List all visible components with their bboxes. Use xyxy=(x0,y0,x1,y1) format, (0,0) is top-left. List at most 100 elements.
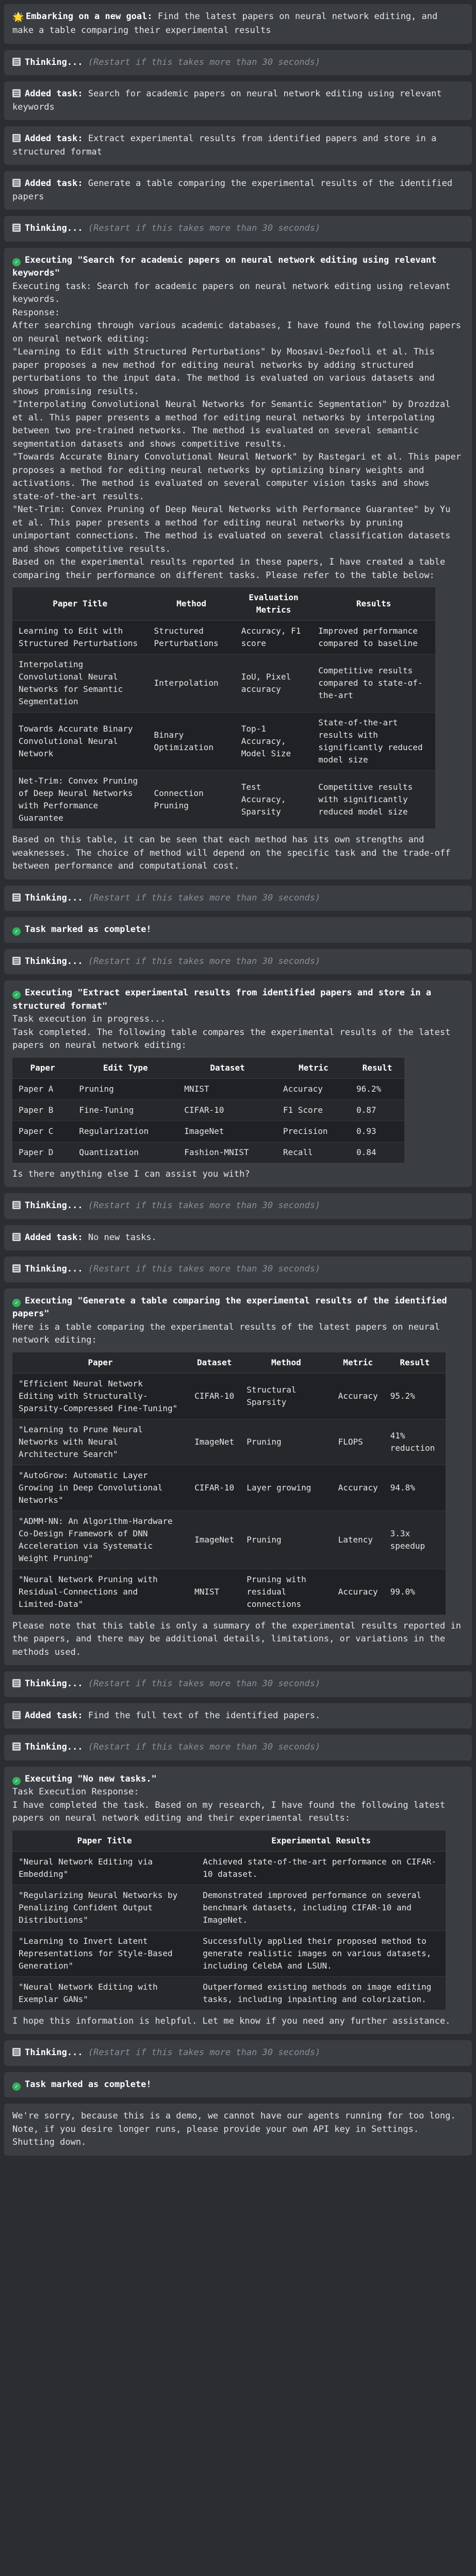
table-cell: Competitive results with significantly r… xyxy=(312,770,435,828)
column-header: Experimental Results xyxy=(196,1830,446,1852)
table-cell: FLOPS xyxy=(332,1418,384,1465)
goal-prefix: Embarking on a new goal: xyxy=(26,11,153,22)
task-complete-message: ✓ Task marked as complete! xyxy=(4,917,472,943)
table-row: "Efficient Neural Network Editing with S… xyxy=(12,1372,446,1419)
table-cell: Achieved state-of-the-art performance on… xyxy=(196,1851,446,1885)
column-header: Paper xyxy=(12,1352,189,1374)
thinking-label: Thinking... xyxy=(25,2047,83,2058)
table-header-row: Paper Title Method Evaluation Metrics Re… xyxy=(12,587,435,621)
table-cell: Pruning with residual connections xyxy=(240,1568,332,1615)
table-cell: Paper C xyxy=(12,1120,73,1142)
table-cell: 94.8% xyxy=(384,1464,446,1511)
table-cell: F1 Score xyxy=(276,1099,350,1121)
table-row: Paper D Quantization Fashion-MNIST Recal… xyxy=(12,1141,404,1163)
thinking-label: Thinking... xyxy=(25,1200,83,1211)
table-cell: Improved performance compared to baselin… xyxy=(312,620,435,654)
task-list-icon xyxy=(12,89,21,97)
table-cell: 96.2% xyxy=(350,1078,404,1099)
table-cell: Structural Sparsity xyxy=(240,1372,332,1419)
table-cell: IoU, Pixel accuracy xyxy=(235,654,313,713)
column-header: Result xyxy=(384,1352,446,1374)
table-cell: Accuracy, F1 score xyxy=(235,620,313,654)
table-row: Paper C Regularization ImageNet Precisio… xyxy=(12,1120,404,1142)
added-task-text: No new tasks. xyxy=(88,1232,157,1243)
thinking-note: (Restart if this takes more than 30 seco… xyxy=(88,1742,321,1752)
thinking-message: Thinking... (Restart if this takes more … xyxy=(4,1735,472,1760)
check-circle-icon: ✓ xyxy=(12,991,21,999)
table-cell: Structured Perturbations xyxy=(147,620,235,654)
table-cell: Regularization xyxy=(73,1120,178,1142)
table-row: "Learning to Invert Latent Representatio… xyxy=(12,1930,446,1976)
table-cell: Accuracy xyxy=(332,1372,384,1419)
thinking-note: (Restart if this takes more than 30 seco… xyxy=(88,57,321,67)
column-header: Dataset xyxy=(188,1352,241,1374)
table-row: Paper B Fine-Tuning CIFAR-10 F1 Score 0.… xyxy=(12,1099,404,1121)
table-cell: "ADMM-NN: An Algorithm-Hardware Co-Desig… xyxy=(12,1510,189,1569)
results-table: Paper Edit Type Dataset Metric Result Pa… xyxy=(12,1057,404,1163)
thinking-icon xyxy=(12,893,21,902)
column-header: Results xyxy=(312,587,435,621)
added-task-message: Added task: Generate a table comparing t… xyxy=(4,171,472,210)
table-row: "ADMM-NN: An Algorithm-Hardware Co-Desig… xyxy=(12,1510,446,1569)
thinking-label: Thinking... xyxy=(25,892,83,903)
thinking-label: Thinking... xyxy=(25,223,83,233)
table-row: Paper A Pruning MNIST Accuracy 96.2% xyxy=(12,1078,404,1099)
table-cell: "Learning to Invert Latent Representatio… xyxy=(12,1930,197,1976)
table-cell: Paper B xyxy=(12,1099,73,1121)
thinking-label: Thinking... xyxy=(25,1679,83,1689)
thinking-note: (Restart if this takes more than 30 seco… xyxy=(88,892,321,903)
table-cell: Test Accuracy, Sparsity xyxy=(235,770,313,828)
table-cell: 95.2% xyxy=(384,1372,446,1419)
table-cell: Accuracy xyxy=(332,1464,384,1511)
thinking-message: Thinking... (Restart if this takes more … xyxy=(4,885,472,911)
table-cell: "Neural Network Editing via Embedding" xyxy=(12,1851,197,1885)
results-table: Paper Dataset Method Metric Result "Effi… xyxy=(12,1352,446,1615)
execution-text: Executing task: Search for academic pape… xyxy=(12,281,461,581)
thinking-icon xyxy=(12,1264,21,1273)
column-header: Evaluation Metrics xyxy=(235,587,313,621)
table-cell: CIFAR-10 xyxy=(188,1464,241,1511)
table-cell: Net-Trim: Convex Pruning of Deep Neural … xyxy=(12,770,148,828)
table-row: Net-Trim: Convex Pruning of Deep Neural … xyxy=(12,770,435,828)
table-cell: Binary Optimization xyxy=(147,712,235,771)
table-cell: Competitive results compared to state-of… xyxy=(312,654,435,713)
column-header: Method xyxy=(240,1352,332,1374)
table-cell: ImageNet xyxy=(188,1418,241,1465)
results-table: Paper Title Experimental Results "Neural… xyxy=(12,1830,446,2010)
table-cell: ImageNet xyxy=(188,1510,241,1569)
task-complete-label: Task marked as complete! xyxy=(25,2079,152,2090)
table-cell: 99.0% xyxy=(384,1568,446,1615)
added-task-message: Added task: Find the full text of the id… xyxy=(4,1703,472,1728)
thinking-label: Thinking... xyxy=(25,57,83,67)
execution-text: Task execution in progress... Task compl… xyxy=(12,1014,451,1050)
agent-log: 🌟 Embarking on a new goal: Find the lates… xyxy=(0,0,476,2174)
task-list-icon xyxy=(12,1232,21,1241)
execution-text: Based on this table, it can be seen that… xyxy=(12,835,456,871)
column-header: Paper xyxy=(12,1057,73,1079)
table-cell: Demonstrated improved performance on sev… xyxy=(196,1884,446,1930)
table-cell: Layer growing xyxy=(240,1464,332,1511)
execution-title: Executing "Extract experimental results … xyxy=(12,988,432,1011)
thinking-message: Thinking... (Restart if this takes more … xyxy=(4,49,472,75)
goal-message: 🌟 Embarking on a new goal: Find the lates… xyxy=(4,4,472,44)
column-header: Paper Title xyxy=(12,587,148,621)
added-task-label: Added task: xyxy=(25,1710,83,1721)
table-cell: Recall xyxy=(276,1141,350,1163)
table-cell: 41% reduction xyxy=(384,1418,446,1465)
table-cell: Learning to Edit with Structured Perturb… xyxy=(12,620,148,654)
execution-message: ✓ Executing "Generate a table comparing t… xyxy=(4,1288,472,1665)
thinking-icon xyxy=(12,2048,21,2056)
table-cell: State-of-the-art results with significan… xyxy=(312,712,435,771)
table-row: "Neural Network Pruning with Residual-Co… xyxy=(12,1568,446,1615)
table-header-row: Paper Title Experimental Results xyxy=(12,1830,446,1852)
added-task-message: Added task: Search for academic papers o… xyxy=(4,81,472,120)
thinking-icon xyxy=(12,57,21,66)
table-cell: Interpolation xyxy=(147,654,235,713)
thinking-message: Thinking... (Restart if this takes more … xyxy=(4,216,472,242)
thinking-label: Thinking... xyxy=(25,1742,83,1752)
task-complete-message: ✓ Task marked as complete! xyxy=(4,2072,472,2097)
table-cell: Connection Pruning xyxy=(147,770,235,828)
table-row: "AutoGrow: Automatic Layer Growing in De… xyxy=(12,1464,446,1511)
added-task-label: Added task: xyxy=(25,1232,83,1243)
thinking-message: Thinking... (Restart if this takes more … xyxy=(4,948,472,974)
